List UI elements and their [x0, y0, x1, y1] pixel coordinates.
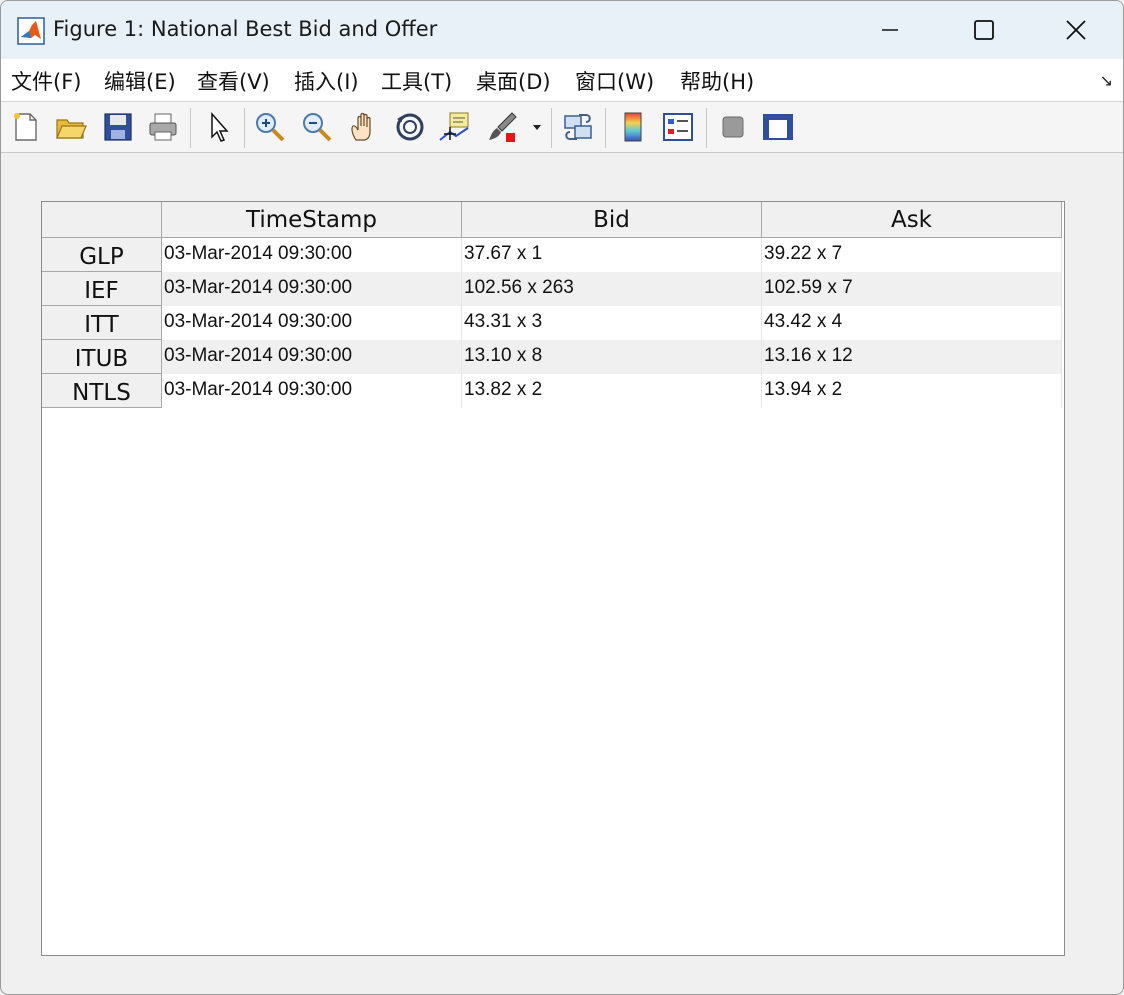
minimize-button[interactable] [843, 1, 937, 59]
edit-plot-arrow-icon[interactable] [202, 110, 236, 144]
toolbar-separator [605, 108, 606, 148]
pan-hand-icon[interactable] [347, 110, 381, 144]
cell-bid[interactable]: 37.67 x 1 [462, 238, 762, 272]
cell-timestamp[interactable]: 03-Mar-2014 09:30:00 [162, 306, 462, 340]
close-button[interactable] [1029, 1, 1123, 59]
figure-toolbar [1, 102, 1123, 153]
cell-ask[interactable]: 102.59 x 7 [762, 272, 1062, 306]
cell-timestamp[interactable]: 03-Mar-2014 09:30:00 [162, 374, 462, 408]
zoom-in-icon[interactable] [253, 110, 287, 144]
cell-bid[interactable]: 102.56 x 263 [462, 272, 762, 306]
rotate-3d-icon[interactable] [393, 110, 427, 144]
cell-ask[interactable]: 43.42 x 4 [762, 306, 1062, 340]
toolbar-separator [551, 108, 552, 148]
save-icon[interactable] [101, 110, 135, 144]
menu-view[interactable]: 查看(V) [197, 66, 270, 96]
menu-tools[interactable]: 工具(T) [381, 66, 452, 96]
dock-arrow-icon[interactable]: ↘ [1100, 71, 1113, 90]
cell-bid[interactable]: 13.10 x 8 [462, 340, 762, 374]
toolbar-separator [706, 108, 707, 148]
show-plot-tools-icon[interactable] [761, 110, 795, 144]
matlab-icon [17, 17, 45, 45]
link-plot-icon[interactable] [561, 110, 595, 144]
data-cursor-icon[interactable] [438, 110, 472, 144]
cell-timestamp[interactable]: 03-Mar-2014 09:30:00 [162, 272, 462, 306]
cell-timestamp[interactable]: 03-Mar-2014 09:30:00 [162, 340, 462, 374]
cell-ask[interactable]: 13.94 x 2 [762, 374, 1062, 408]
menu-bar: 文件(F) 编辑(E) 查看(V) 插入(I) 工具(T) 桌面(D) 窗口(W… [1, 59, 1123, 102]
menu-file[interactable]: 文件(F) [11, 66, 81, 96]
row-header[interactable]: IEF [42, 272, 162, 306]
column-header-timestamp[interactable]: TimeStamp [162, 202, 462, 238]
cell-ask[interactable]: 39.22 x 7 [762, 238, 1062, 272]
menu-help[interactable]: 帮助(H) [680, 66, 754, 96]
row-header[interactable]: ITT [42, 306, 162, 340]
column-header-bid[interactable]: Bid [462, 202, 762, 238]
menu-desktop[interactable]: 桌面(D) [476, 66, 551, 96]
zoom-out-icon[interactable] [300, 110, 334, 144]
menu-insert[interactable]: 插入(I) [294, 66, 359, 96]
table-corner [42, 202, 162, 238]
title-bar[interactable]: Figure 1: National Best Bid and Offer [1, 1, 1123, 59]
new-figure-icon[interactable] [9, 110, 43, 144]
cell-bid[interactable]: 13.82 x 2 [462, 374, 762, 408]
insert-legend-icon[interactable] [661, 110, 695, 144]
toolbar-separator [244, 108, 245, 148]
nbbo-table[interactable]: TimeStamp Bid Ask GLP 03-Mar-2014 09:30:… [41, 201, 1065, 956]
toolbar-separator [190, 108, 191, 148]
row-header[interactable]: ITUB [42, 340, 162, 374]
cell-bid[interactable]: 43.31 x 3 [462, 306, 762, 340]
print-icon[interactable] [146, 110, 180, 144]
menu-edit[interactable]: 编辑(E) [104, 66, 176, 96]
row-header[interactable]: GLP [42, 238, 162, 272]
hide-plot-tools-icon[interactable] [716, 110, 750, 144]
brush-dropdown-icon[interactable] [529, 110, 545, 144]
insert-colorbar-icon[interactable] [616, 110, 650, 144]
cell-timestamp[interactable]: 03-Mar-2014 09:30:00 [162, 238, 462, 272]
open-file-icon[interactable] [54, 110, 88, 144]
menu-window[interactable]: 窗口(W) [575, 66, 654, 96]
brush-icon[interactable] [486, 110, 520, 144]
column-header-ask[interactable]: Ask [762, 202, 1062, 238]
figure-window: Figure 1: National Best Bid and Offer 文件… [0, 0, 1124, 995]
maximize-button[interactable] [937, 1, 1031, 59]
window-title: Figure 1: National Best Bid and Offer [53, 17, 438, 41]
cell-ask[interactable]: 13.16 x 12 [762, 340, 1062, 374]
row-header[interactable]: NTLS [42, 374, 162, 408]
